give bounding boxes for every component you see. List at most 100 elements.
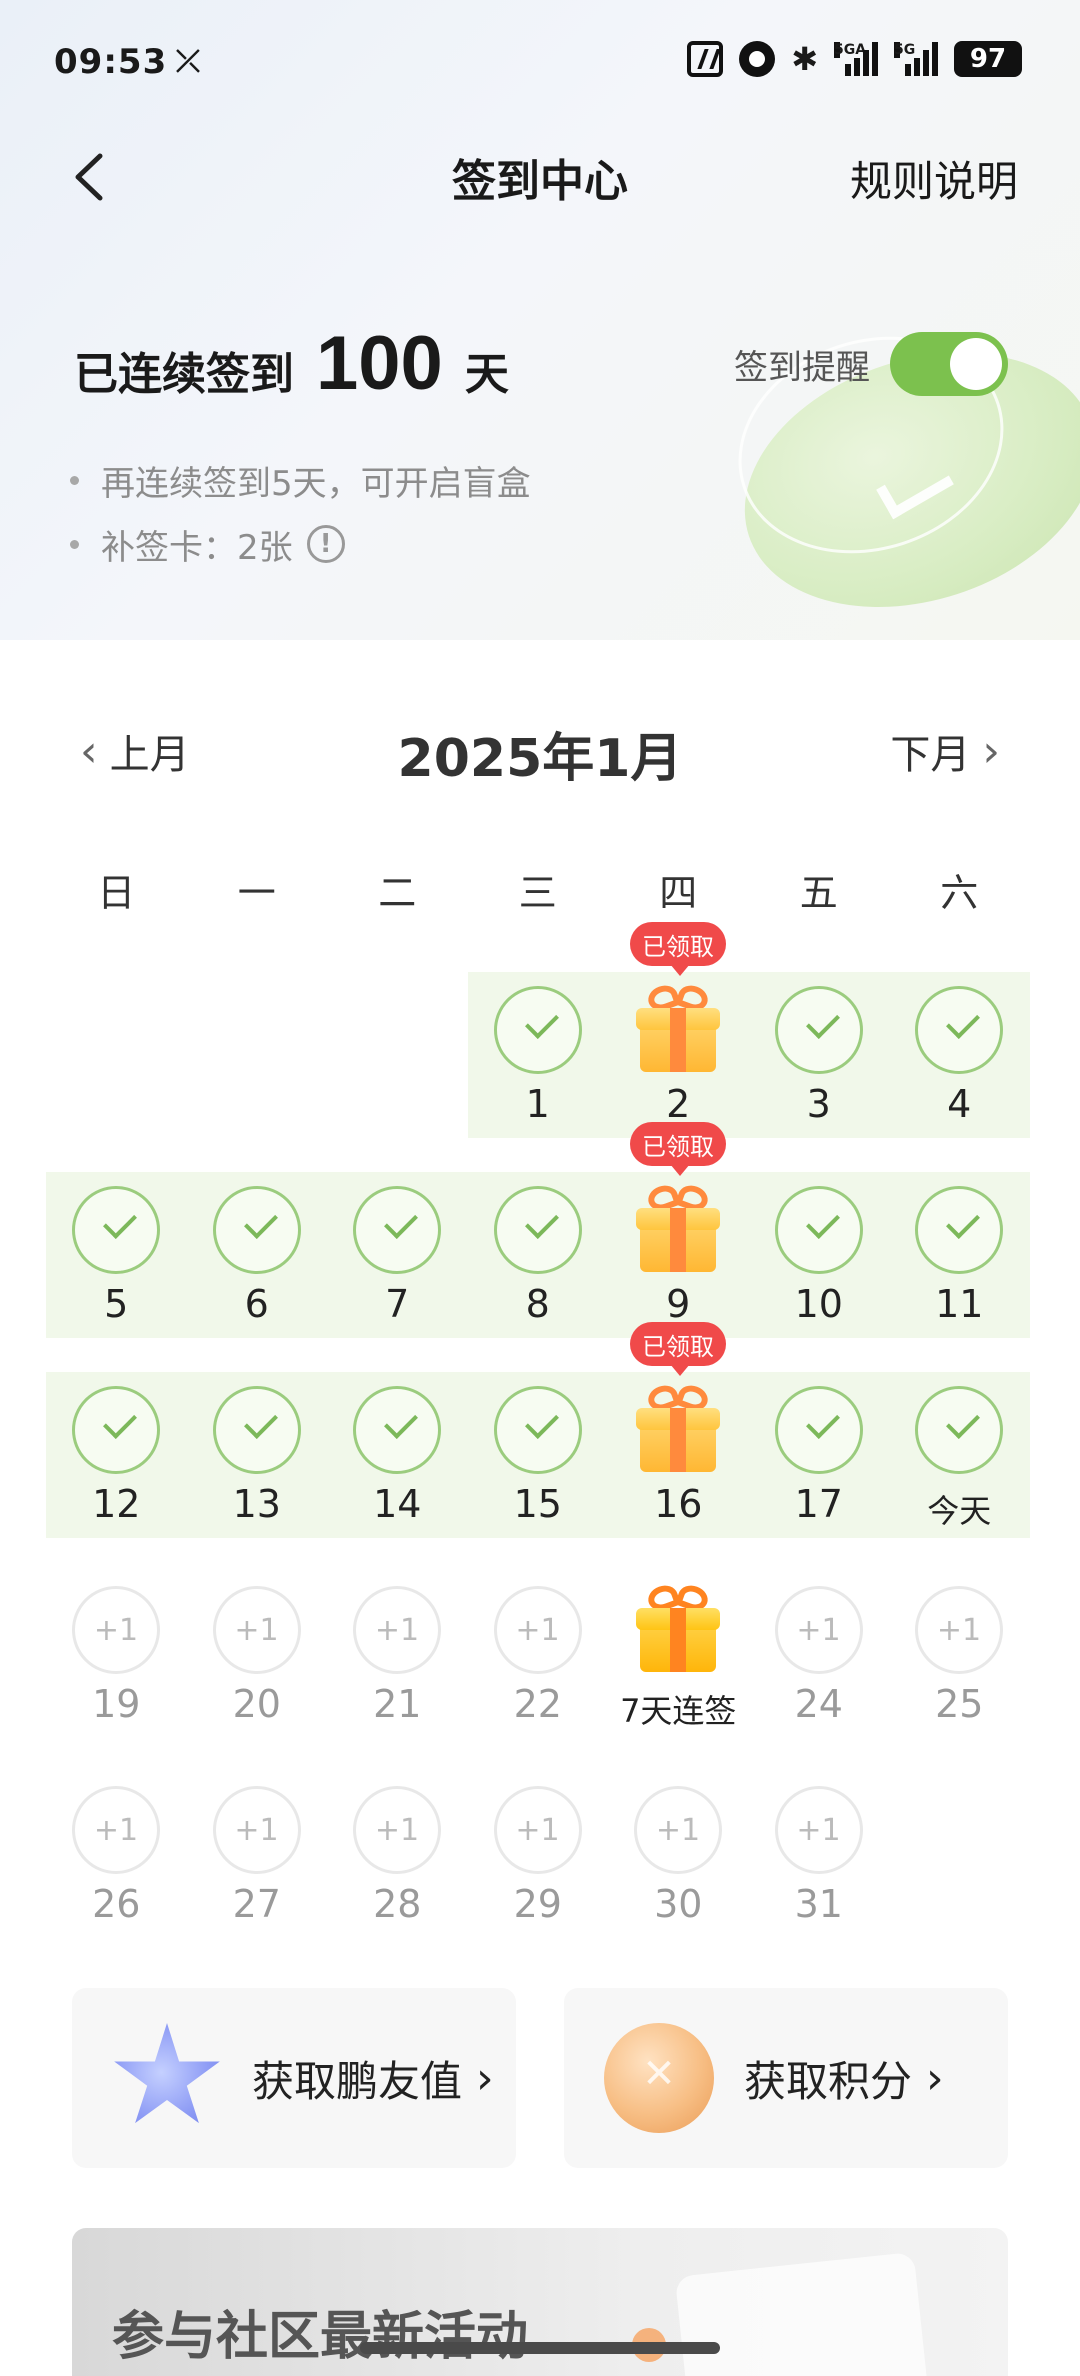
day-cell-1[interactable]: 1 xyxy=(468,972,609,1138)
claimed-badge: 已领取 xyxy=(630,922,726,976)
plus-one-badge: +1 xyxy=(353,1586,441,1674)
signal-5g-icon: 5G xyxy=(894,42,938,76)
gift-icon xyxy=(636,1181,720,1276)
day-cell-24[interactable]: +1 24 xyxy=(749,1572,890,1738)
day-cell-7[interactable]: 7 xyxy=(327,1172,468,1338)
day-cell-27[interactable]: +1 27 xyxy=(187,1772,328,1938)
day-number: 24 xyxy=(794,1682,843,1726)
reminder-toggle[interactable] xyxy=(890,332,1008,396)
day-cell-29[interactable]: +1 29 xyxy=(468,1772,609,1938)
day-cell-2[interactable]: 已领取 2 xyxy=(608,922,749,1138)
info-icon[interactable]: ! xyxy=(306,525,345,563)
day-number: 11 xyxy=(935,1282,984,1326)
day-cell-19[interactable]: +1 19 xyxy=(46,1572,187,1738)
plus-one-badge: +1 xyxy=(212,1586,301,1674)
plus-one-badge: +1 xyxy=(774,1586,863,1674)
calendar-week-4: +1 19 +1 20 +1 21 +1 22 7天连签 +1 24 +1 25 xyxy=(46,1572,1030,1738)
day-cell-8[interactable]: 8 xyxy=(468,1172,609,1338)
reminder-label: 签到提醒 xyxy=(734,347,870,388)
day-number: 27 xyxy=(232,1882,281,1926)
day-cell-17[interactable]: 17 xyxy=(749,1372,890,1538)
day-cell-3[interactable]: 3 xyxy=(749,972,890,1138)
hint-list: 再连续签到5天，可开启盲盒 补签卡：2张 ! xyxy=(70,448,531,576)
banner-title: 参与社区最新活动 xyxy=(112,2307,529,2367)
day-number: 21 xyxy=(373,1682,422,1726)
day-cell-13[interactable]: 13 xyxy=(187,1372,328,1538)
reminder-setting: 签到提醒 xyxy=(734,332,1008,396)
check-icon xyxy=(493,986,582,1074)
day-cell-21[interactable]: +1 21 xyxy=(327,1572,468,1738)
check-icon xyxy=(353,1186,441,1274)
streak-count: 100 xyxy=(316,321,443,406)
plus-one-badge: +1 xyxy=(915,1586,1003,1674)
hint-blind-box: 再连续签到5天，可开启盲盒 xyxy=(70,448,531,512)
day-number: 20 xyxy=(232,1682,281,1726)
bullet-dot xyxy=(70,475,79,485)
day-cell-today[interactable]: 今天 xyxy=(889,1372,1030,1538)
get-friend-points-card[interactable]: 获取鹏友值 › xyxy=(72,1988,516,2168)
day-number: 4 xyxy=(947,1082,972,1126)
friend-points-label: 获取鹏友值 xyxy=(252,2056,463,2106)
day-cell-20[interactable]: +1 20 xyxy=(187,1572,328,1738)
hint-blind-box-text: 再连续签到5天，可开启盲盒 xyxy=(101,463,531,504)
plus-one-badge: +1 xyxy=(72,1586,160,1674)
day-number: 16 xyxy=(654,1482,703,1526)
day-cell-11[interactable]: 11 xyxy=(889,1172,1030,1338)
plus-one-badge: +1 xyxy=(493,1586,582,1674)
get-points-card[interactable]: 获取积分 › xyxy=(564,1988,1008,2168)
check-icon xyxy=(72,1386,160,1474)
day-cell-31[interactable]: +1 31 xyxy=(749,1772,890,1938)
day-cell-9[interactable]: 已领取 9 xyxy=(608,1122,749,1338)
day-cell-5[interactable]: 5 xyxy=(46,1172,187,1338)
toggle-knob xyxy=(950,338,1002,390)
day-cell-22[interactable]: +1 22 xyxy=(468,1572,609,1738)
points-label: 获取积分 xyxy=(744,2056,913,2106)
day-number: 8 xyxy=(525,1282,550,1326)
check-icon xyxy=(212,1186,301,1274)
weekday-tue: 二 xyxy=(378,871,417,915)
day-cell-14[interactable]: 14 xyxy=(327,1372,468,1538)
today-label: 今天 xyxy=(927,1492,992,1530)
next-month-button[interactable]: 下月 › xyxy=(890,722,1000,780)
day-cell-16[interactable]: 已领取 16 xyxy=(608,1322,749,1538)
claimed-badge: 已领取 xyxy=(630,1322,726,1376)
day-cell-10[interactable]: 10 xyxy=(749,1172,890,1338)
coin-icon xyxy=(604,2023,714,2133)
hint-makeup-card: 补签卡：2张 ! xyxy=(70,512,531,576)
day-number: 30 xyxy=(654,1882,703,1926)
day-cell-15[interactable]: 15 xyxy=(468,1372,609,1538)
day-number: 19 xyxy=(92,1682,141,1726)
day-cell-25[interactable]: +1 25 xyxy=(889,1572,1030,1738)
streak-unit: 天 xyxy=(464,349,509,400)
streak-gift-label: 7天连签 xyxy=(620,1692,737,1730)
day-cell-30[interactable]: +1 30 xyxy=(608,1772,749,1938)
check-icon xyxy=(493,1186,582,1274)
status-icons: ✱ 5GA 5G 97 xyxy=(687,40,1022,78)
day-number: 3 xyxy=(806,1082,831,1126)
plus-one-badge: +1 xyxy=(493,1786,582,1874)
day-number: 2 xyxy=(666,1082,691,1126)
check-icon xyxy=(774,986,863,1074)
calendar-week-5: +1 26 +1 27 +1 28 +1 29 +1 30 +1 31 xyxy=(46,1772,1030,1938)
signal-5ga-icon: 5GA xyxy=(834,42,878,76)
calendar-week-3: 12 13 14 15 已领取 16 17 今天 xyxy=(46,1322,1030,1538)
day-cell-6[interactable]: 6 xyxy=(187,1172,328,1338)
check-icon xyxy=(915,1186,1003,1274)
claimed-badge: 已领取 xyxy=(630,1122,726,1176)
weekday-sat: 六 xyxy=(940,871,979,915)
home-indicator[interactable] xyxy=(360,2342,720,2354)
day-cell-12[interactable]: 12 xyxy=(46,1372,187,1538)
streak-summary: 已连续签到 100 天 xyxy=(74,320,509,407)
weekday-sun: 日 xyxy=(97,871,136,915)
day-number: 7 xyxy=(385,1282,410,1326)
check-icon xyxy=(353,1386,441,1474)
gift-icon xyxy=(636,1381,720,1476)
day-cell-4[interactable]: 4 xyxy=(889,972,1030,1138)
chevron-right-icon: › xyxy=(926,2052,944,2104)
day-cell-23-streak-gift[interactable]: 7天连签 xyxy=(608,1572,749,1738)
rules-link[interactable]: 规则说明 xyxy=(850,148,1018,209)
day-cell-28[interactable]: +1 28 xyxy=(327,1772,468,1938)
day-cell-26[interactable]: +1 26 xyxy=(46,1772,187,1938)
day-number: 13 xyxy=(232,1482,281,1526)
plus-one-badge: +1 xyxy=(774,1786,863,1874)
